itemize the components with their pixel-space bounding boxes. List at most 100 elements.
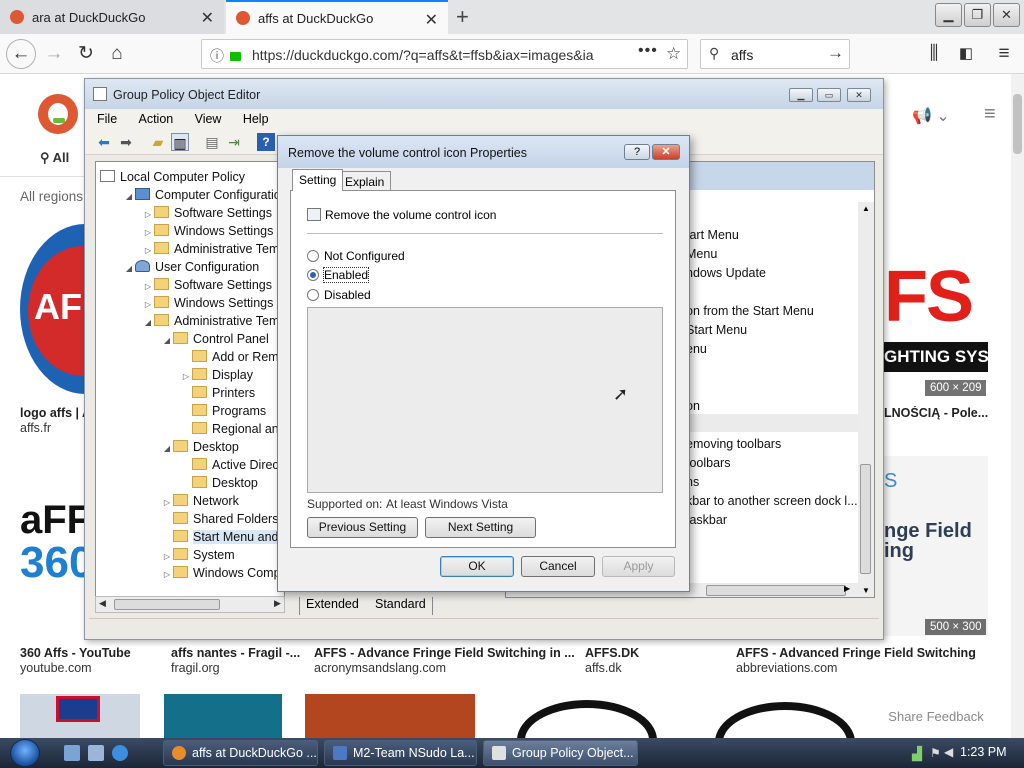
result-title[interactable]: LNOŚCIĄ - Pole...: [884, 406, 988, 420]
ok-button[interactable]: OK: [440, 556, 514, 577]
help-icon[interactable]: ?: [257, 133, 275, 151]
image-result-thumb[interactable]: FS GHTING SYST: [884, 216, 988, 396]
restore-window-button[interactable]: ❐: [964, 3, 991, 27]
policy-setting-row[interactable]: on from the Start Menu: [686, 304, 814, 318]
image-result-thumb[interactable]: aFFs 360: [20, 456, 86, 636]
taskbar-clock[interactable]: 1:23 PM: [960, 745, 1007, 759]
image-result-thumb[interactable]: [700, 694, 870, 738]
page-scrollbar[interactable]: [1011, 74, 1024, 738]
cancel-button[interactable]: Cancel: [521, 556, 595, 577]
scrollbar-thumb[interactable]: [706, 585, 846, 596]
search-input[interactable]: affs: [731, 47, 753, 63]
tree-node[interactable]: ◢ User Configuration: [123, 258, 259, 276]
action-center-icon[interactable]: ⚑: [930, 746, 941, 760]
ddg-menu-icon[interactable]: ≡: [984, 103, 996, 126]
megaphone-icon[interactable]: 📢 ⌄: [912, 106, 950, 126]
sidebar-icon[interactable]: ◧: [954, 42, 978, 66]
policy-setting-row[interactable]: Menu: [686, 247, 717, 261]
tree-node[interactable]: ▷ Windows Settings: [142, 222, 273, 240]
forward-arrow-icon[interactable]: →: [42, 42, 66, 66]
back-arrow-icon[interactable]: ⬅: [95, 133, 113, 151]
bookmark-star-icon[interactable]: ☆: [666, 44, 681, 64]
menu-help[interactable]: Help: [237, 109, 275, 129]
show-tree-icon[interactable]: ▥: [171, 133, 189, 151]
task-firefox[interactable]: affs at DuckDuckGo ...: [163, 740, 318, 766]
policy-setting-row[interactable]: toolbars: [686, 456, 730, 470]
browser-tab-active[interactable]: affs at DuckDuckGo ✕: [226, 0, 448, 34]
close-tab-icon[interactable]: ✕: [201, 8, 214, 28]
start-button[interactable]: [10, 739, 40, 767]
reload-icon[interactable]: ↻: [74, 42, 98, 66]
tree-hscrollbar[interactable]: ◀ ▶: [95, 596, 285, 613]
policy-tree[interactable]: Local Computer Policy ◢ Computer Configura…: [95, 161, 285, 613]
radio-enabled[interactable]: Enabled: [307, 267, 370, 283]
tree-node[interactable]: Printers: [180, 384, 255, 402]
scrollbar-thumb[interactable]: [114, 599, 220, 610]
radio-circle-selected[interactable]: [307, 269, 319, 281]
settings-vscrollbar[interactable]: ▲ ▼: [858, 202, 874, 597]
internet-explorer-icon[interactable]: [112, 745, 128, 761]
scroll-up-icon[interactable]: ▲: [862, 204, 870, 213]
next-setting-button[interactable]: Next Setting: [425, 517, 536, 538]
show-desktop-icon[interactable]: [64, 745, 80, 761]
scroll-down-icon[interactable]: ▼: [862, 586, 870, 595]
ddg-tab-all[interactable]: ⚲ All: [40, 150, 69, 166]
policy-setting-row[interactable]: tart Menu: [686, 228, 739, 242]
collapse-arrow-icon[interactable]: ◢: [161, 440, 173, 458]
policy-setting-row[interactable]: Start Menu: [686, 323, 747, 337]
menu-file[interactable]: File: [91, 109, 123, 129]
tree-node[interactable]: ◢ Computer Configuration: [123, 186, 284, 206]
tree-node[interactable]: ▷ Windows Settings: [142, 294, 273, 312]
tree-node[interactable]: ▷ Software Settings: [142, 204, 272, 222]
scrollbar-thumb[interactable]: [1013, 94, 1022, 154]
share-feedback-button[interactable]: Share Feedback: [876, 702, 996, 732]
tree-node[interactable]: ◢ Control Panel: [161, 330, 269, 348]
page-actions-icon[interactable]: •••: [638, 42, 658, 60]
close-tab-icon[interactable]: ✕: [425, 10, 438, 30]
region-filter[interactable]: All regions: [20, 189, 83, 204]
tree-node[interactable]: ▷ Administrative Templa: [142, 240, 284, 258]
search-go-arrow-icon[interactable]: →: [827, 43, 844, 63]
collapse-arrow-icon[interactable]: ◢: [161, 332, 173, 350]
duckduckgo-logo[interactable]: [38, 94, 78, 134]
minimize-window-button[interactable]: ▁: [935, 3, 962, 27]
image-result-thumb[interactable]: AFFS: [20, 216, 86, 396]
tree-node[interactable]: Active Director: [180, 456, 284, 474]
task-group-policy[interactable]: Group Policy Object...: [483, 740, 638, 766]
radio-circle[interactable]: [307, 250, 319, 262]
tree-node[interactable]: Desktop: [180, 474, 258, 492]
hamburger-menu-icon[interactable]: ≡: [992, 42, 1016, 66]
policy-setting-row[interactable]: ndows Update: [686, 266, 766, 280]
tree-node[interactable]: Start Menu and Ta: [161, 528, 284, 546]
switch-windows-icon[interactable]: [88, 745, 104, 761]
tree-node[interactable]: ◢ Administrative Templa: [142, 312, 284, 330]
up-folder-icon[interactable]: ▰: [149, 133, 167, 151]
library-icon[interactable]: ⫼: [922, 42, 946, 66]
policy-setting-row[interactable]: kbar to another screen dock l...: [686, 494, 858, 508]
result-title[interactable]: affs nantes - Fragil -...: [171, 646, 301, 660]
close-button[interactable]: ✕: [847, 88, 871, 102]
tab-setting[interactable]: Setting: [292, 169, 344, 191]
expand-arrow-icon[interactable]: ▷: [161, 566, 173, 584]
tree-node[interactable]: ▷ Network: [161, 492, 239, 510]
tree-node[interactable]: ▷ System: [161, 546, 235, 564]
apply-button[interactable]: Apply: [602, 556, 675, 577]
menu-view[interactable]: View: [189, 109, 228, 129]
image-result-thumb[interactable]: nge Field ing S: [884, 456, 988, 636]
properties-icon[interactable]: ▤: [203, 133, 221, 151]
close-button[interactable]: ✕: [652, 144, 680, 160]
previous-setting-button[interactable]: Previous Setting: [307, 517, 418, 538]
url-bar[interactable]: ⓘ https://duckduckgo.com/?q=affs&t=ffsb&…: [201, 39, 688, 69]
collapse-arrow-icon[interactable]: ◢: [123, 188, 135, 206]
tab-extended[interactable]: Extended: [299, 597, 365, 615]
image-result-thumb[interactable]: [305, 694, 475, 738]
policy-setting-row[interactable]: emoving toolbars: [686, 437, 781, 451]
radio-not-configured[interactable]: Not Configured: [307, 248, 405, 264]
scroll-right-icon[interactable]: ▶: [844, 584, 850, 593]
scrollbar-thumb[interactable]: [860, 464, 871, 574]
result-title[interactable]: AFFS - Advance Fringe Field Switching in…: [314, 646, 574, 660]
back-arrow-icon[interactable]: ←: [6, 39, 36, 69]
task-nsudo[interactable]: M2-Team NSudo La...: [324, 740, 477, 766]
result-title[interactable]: 360 Affs - YouTube: [20, 646, 160, 660]
dialog-titlebar[interactable]: Remove the volume control icon Propertie…: [278, 136, 689, 168]
